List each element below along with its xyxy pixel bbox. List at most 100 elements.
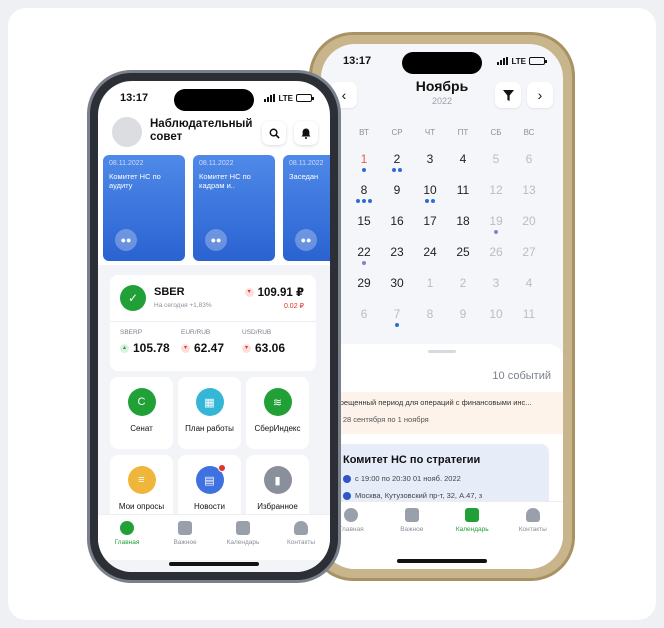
- calendar-day[interactable]: 8: [415, 307, 445, 337]
- calendar-day[interactable]: 9: [448, 307, 478, 337]
- calendar-day[interactable]: 6: [514, 152, 544, 182]
- calendar-day[interactable]: 19: [481, 214, 511, 244]
- tab-calendar[interactable]: Календарь: [214, 515, 272, 560]
- meeting-card[interactable]: 08.11.2022 Комитет НС по кадрам и.. ●●: [193, 155, 275, 261]
- divider: [110, 321, 316, 322]
- calendar-day[interactable]: 7: [382, 307, 412, 337]
- calendar-day[interactable]: 17: [415, 214, 445, 244]
- calendar-day[interactable]: 2: [448, 276, 478, 306]
- avatar[interactable]: [112, 117, 142, 147]
- calendar-day[interactable]: 9: [382, 183, 412, 213]
- calendar-day[interactable]: 15: [349, 214, 379, 244]
- calendar-day[interactable]: 23: [382, 245, 412, 275]
- calendar-day[interactable]: 22: [349, 245, 379, 275]
- search-button[interactable]: [262, 121, 286, 145]
- day-number: 8: [426, 307, 434, 321]
- unread-badge: [217, 464, 226, 472]
- event-location: Москва, Кутузовский пр-т, 32, А.47, з: [355, 491, 483, 500]
- home-indicator: [397, 559, 487, 563]
- stock-widget[interactable]: ✓ SBER На сегодня +1,83% ▾ 109.91 ₽ 0.02 …: [110, 275, 316, 371]
- notifications-button[interactable]: [294, 121, 318, 145]
- warning-title: Запрещенный период для операций с финанс…: [327, 398, 532, 407]
- calendar-day[interactable]: 6: [349, 307, 379, 337]
- signal-icon: [264, 94, 276, 102]
- calendar-day[interactable]: 3: [415, 152, 445, 182]
- day-number: 2: [459, 276, 467, 290]
- stock-ticker: SBER: [154, 286, 185, 298]
- calendar-day[interactable]: 10: [415, 183, 445, 213]
- day-number: 4: [459, 152, 467, 166]
- day-number: 12: [489, 183, 503, 197]
- next-month-button[interactable]: ›: [527, 82, 553, 108]
- service-tile[interactable]: ▦ План работы: [178, 377, 241, 449]
- calendar-day[interactable]: 29: [349, 276, 379, 306]
- calendar-day[interactable]: 10: [481, 307, 511, 337]
- calendar-day[interactable]: 11: [448, 183, 478, 213]
- calendar-day[interactable]: 1: [415, 276, 445, 306]
- meetings-carousel[interactable]: 08.11.2022 Комитет НС по аудиту ●● 08.11.20…: [103, 155, 330, 261]
- event-dots: [349, 168, 379, 172]
- calendar-day[interactable]: 25: [448, 245, 478, 275]
- meeting-card[interactable]: 08.11.2022 Комитет НС по аудиту ●●: [103, 155, 185, 261]
- main-screen: 13:17 LTE Наблюдательный совет 08.11.202…: [98, 81, 330, 572]
- calendar-day[interactable]: 26: [481, 245, 511, 275]
- day-number: 1: [360, 152, 368, 166]
- tab-contacts[interactable]: Контакты: [503, 502, 564, 547]
- tab-important[interactable]: Важное: [156, 515, 214, 560]
- day-number: 20: [522, 214, 536, 228]
- meeting-title: Комитет НС по кадрам и..: [199, 172, 251, 190]
- main-header: Наблюдательный совет: [112, 117, 318, 153]
- search-icon: [269, 128, 280, 139]
- calendar-day[interactable]: 12: [481, 183, 511, 213]
- network-label: LTE: [511, 56, 526, 66]
- restricted-period-banner[interactable]: Запрещенный период для операций с финанс…: [321, 392, 563, 434]
- tab-contacts[interactable]: Контакты: [272, 515, 330, 560]
- calendar-day[interactable]: 16: [382, 214, 412, 244]
- tab-calendar[interactable]: Календарь: [442, 502, 503, 547]
- notch: [174, 89, 254, 111]
- day-number: 8: [360, 183, 368, 197]
- sheet-handle[interactable]: [428, 350, 456, 353]
- calendar-day[interactable]: 18: [448, 214, 478, 244]
- calendar-day[interactable]: 11: [514, 307, 544, 337]
- day-number: 16: [390, 214, 404, 228]
- tab-important[interactable]: Важное: [382, 502, 443, 547]
- group-icon: ●●: [115, 229, 137, 251]
- tab-home[interactable]: Главная: [98, 515, 156, 560]
- calendar-header: ‹ Ноябрь 2022 ›: [331, 78, 553, 116]
- events-count: 10 событий: [492, 370, 551, 382]
- chevron-right-icon: ›: [537, 87, 543, 103]
- event-dots: [382, 168, 412, 172]
- day-number: 4: [525, 276, 533, 290]
- arrow-up-icon: ▴: [120, 344, 129, 354]
- arrow-down-icon: ▾: [244, 288, 254, 298]
- calendar-day[interactable]: 5: [481, 152, 511, 182]
- quote-item[interactable]: SBERP ▴ 105.78: [120, 329, 180, 355]
- calendar-day[interactable]: 2: [382, 152, 412, 182]
- calendar-day[interactable]: 20: [514, 214, 544, 244]
- filter-button[interactable]: [495, 82, 521, 108]
- calendar-day[interactable]: 27: [514, 245, 544, 275]
- calendar-day[interactable]: 24: [415, 245, 445, 275]
- calendar-day[interactable]: 30: [382, 276, 412, 306]
- calendar-day[interactable]: 8: [349, 183, 379, 213]
- stock-change: 0.02 ₽: [283, 303, 304, 310]
- document-icon: [404, 508, 419, 522]
- calendar-day[interactable]: 13: [514, 183, 544, 213]
- service-tile[interactable]: ≋ СберИндекс: [246, 377, 309, 449]
- weekday-label: ВС: [523, 128, 535, 137]
- weekday-label: ЧТ: [424, 128, 436, 137]
- meeting-card[interactable]: 08.11.2022 Заседан ●●: [283, 155, 330, 261]
- calendar-day[interactable]: 3: [481, 276, 511, 306]
- service-tile[interactable]: C Сенат: [110, 377, 173, 449]
- quote-item[interactable]: EUR/RUB ▾ 62.47: [181, 329, 241, 355]
- calendar-day[interactable]: 1: [349, 152, 379, 182]
- quote-item[interactable]: USD/RUB ▾ 63.06: [242, 329, 302, 355]
- weekday-label: ПТ: [457, 128, 469, 137]
- calendar-day[interactable]: 4: [448, 152, 478, 182]
- tab-label: Важное: [173, 539, 197, 546]
- calendar-day[interactable]: 4: [514, 276, 544, 306]
- day-number: 30: [390, 276, 404, 290]
- day-number: 22: [357, 245, 371, 259]
- day-number: 29: [357, 276, 371, 290]
